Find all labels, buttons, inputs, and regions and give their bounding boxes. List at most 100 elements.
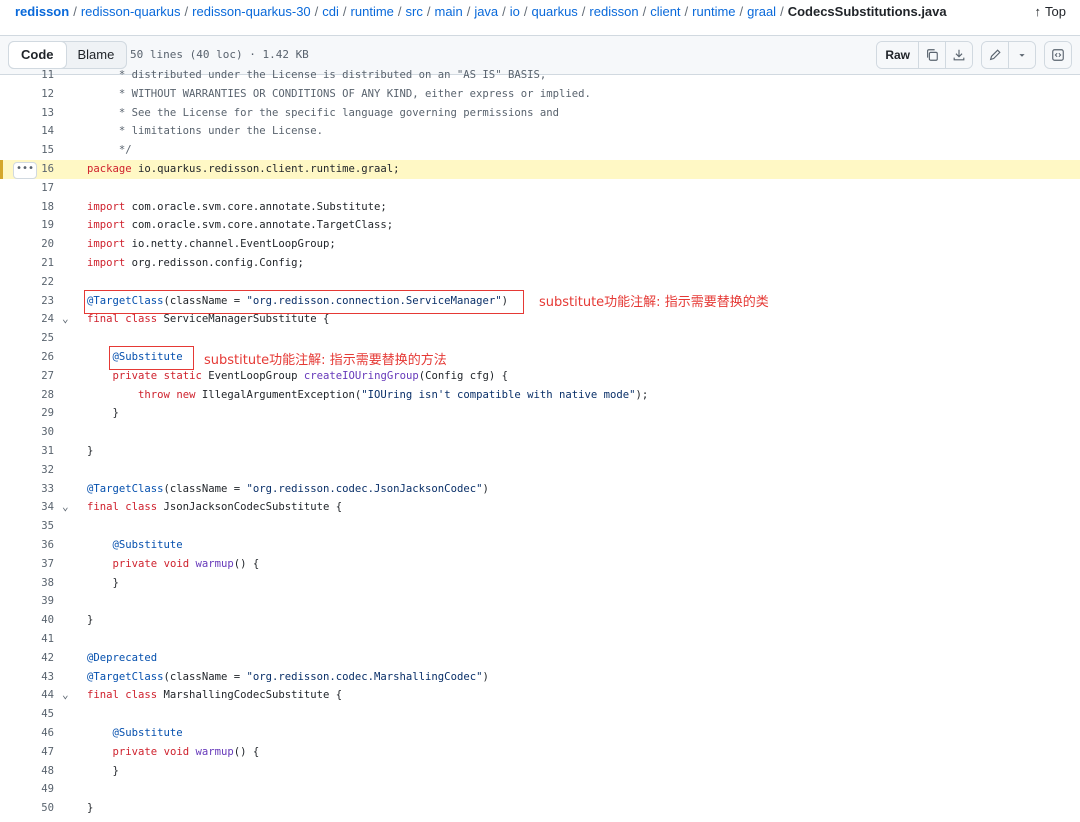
code-text: private void warmup() { xyxy=(112,745,260,758)
code-text: } xyxy=(87,445,94,457)
breadcrumb-link[interactable]: redisson-quarkus-30 xyxy=(192,4,311,19)
code-text: package io.quarkus.redisson.client.runti… xyxy=(87,163,400,175)
breadcrumb-link[interactable]: main xyxy=(435,4,463,19)
line-number[interactable]: 14 xyxy=(0,122,54,141)
line-number[interactable]: 33 xyxy=(0,480,54,499)
line-number[interactable]: 20 xyxy=(0,235,54,254)
method-annotation-highlight-box xyxy=(109,346,194,370)
breadcrumb-link[interactable]: src xyxy=(406,4,423,19)
code-line: 11 * distributed under the License is di… xyxy=(0,66,1080,85)
line-number[interactable]: 21 xyxy=(0,254,54,273)
code-line: 46 @Substitute xyxy=(0,724,1080,743)
breadcrumb-link[interactable]: runtime xyxy=(692,4,735,19)
line-number[interactable]: 19 xyxy=(0,216,54,235)
tab-blame[interactable]: Blame xyxy=(66,42,127,68)
line-number[interactable]: 40 xyxy=(0,611,54,630)
edit-button[interactable] xyxy=(982,42,1008,68)
line-number[interactable]: 38 xyxy=(0,574,54,593)
tab-code[interactable]: Code xyxy=(8,41,67,69)
line-number[interactable]: 42 xyxy=(0,649,54,668)
line-number[interactable]: 12 xyxy=(0,85,54,104)
breadcrumb-link[interactable]: io xyxy=(510,4,520,19)
breadcrumb-separator: / xyxy=(342,4,347,19)
pencil-icon xyxy=(989,49,1001,61)
breadcrumb-link[interactable]: runtime xyxy=(351,4,394,19)
line-number[interactable]: 26 xyxy=(0,348,54,367)
copy-icon xyxy=(927,49,938,61)
line-number[interactable]: 39 xyxy=(0,592,54,611)
code-line: ••• 16 package io.quarkus.redisson.client.… xyxy=(0,160,1080,179)
arrow-up-icon: ↑ xyxy=(1034,4,1042,19)
code-line: 29 } xyxy=(0,404,1080,423)
code-line: 36 @Substitute xyxy=(0,536,1080,555)
breadcrumb-link[interactable]: client xyxy=(650,4,680,19)
code-text: @TargetClass(className = "org.redisson.c… xyxy=(87,482,489,495)
line-number[interactable]: 41 xyxy=(0,630,54,649)
chevron-down-icon[interactable]: ⌄ xyxy=(62,498,69,517)
edit-dropdown-button[interactable] xyxy=(1008,42,1035,68)
line-number[interactable]: 35 xyxy=(0,517,54,536)
triangle-down-icon xyxy=(1019,54,1025,57)
breadcrumb-link[interactable]: quarkus xyxy=(532,4,578,19)
breadcrumb-link[interactable]: graal xyxy=(747,4,776,19)
line-number[interactable]: 24 xyxy=(0,310,54,329)
line-number[interactable]: 25 xyxy=(0,329,54,348)
chevron-down-icon[interactable]: ⌄ xyxy=(62,310,69,329)
line-number[interactable]: 48 xyxy=(0,762,54,781)
line-number[interactable]: 46 xyxy=(0,724,54,743)
line-number[interactable]: 23 xyxy=(0,292,54,311)
line-number[interactable]: 29 xyxy=(0,404,54,423)
download-button[interactable] xyxy=(945,42,972,68)
file-toolbar: Raw xyxy=(868,41,1072,69)
code-text: @Deprecated xyxy=(87,651,158,664)
line-number[interactable]: 37 xyxy=(0,555,54,574)
line-number[interactable]: 18 xyxy=(0,198,54,217)
line-number[interactable]: 30 xyxy=(0,423,54,442)
code-line: 35 xyxy=(0,517,1080,536)
breadcrumb-link[interactable]: cdi xyxy=(322,4,339,19)
edit-button-group xyxy=(981,41,1036,69)
line-number[interactable]: 15 xyxy=(0,141,54,160)
line-number[interactable]: 47 xyxy=(0,743,54,762)
line-number[interactable]: 43 xyxy=(0,668,54,687)
line-number[interactable]: 44 xyxy=(0,686,54,705)
chevron-down-icon[interactable]: ⌄ xyxy=(62,686,69,705)
line-number[interactable]: 36 xyxy=(0,536,54,555)
line-number[interactable]: 11 xyxy=(0,66,54,85)
line-number[interactable]: 17 xyxy=(0,179,54,198)
breadcrumb-separator: / xyxy=(502,4,506,19)
copy-raw-button[interactable] xyxy=(918,42,945,68)
code-line: 22 xyxy=(0,273,1080,292)
line-number[interactable]: 49 xyxy=(0,780,54,799)
code-text: final class MarshallingCodecSubstitute { xyxy=(87,689,343,702)
code-square-icon xyxy=(1052,49,1064,61)
code-text: @Substitute xyxy=(112,727,183,739)
code-text: @TargetClass(className = "org.redisson.c… xyxy=(87,670,489,683)
line-number[interactable]: 27 xyxy=(0,367,54,386)
line-number[interactable]: 50 xyxy=(0,799,54,818)
line-number[interactable]: 45 xyxy=(0,705,54,724)
raw-button-group: Raw xyxy=(876,41,973,69)
line-number[interactable]: 22 xyxy=(0,273,54,292)
line-number[interactable]: 34 xyxy=(0,498,54,517)
line-number[interactable]: 16 xyxy=(0,160,54,179)
breadcrumb-link[interactable]: redisson xyxy=(589,4,638,19)
code-line: 18 import com.oracle.svm.core.annotate.Su… xyxy=(0,198,1080,217)
raw-button[interactable]: Raw xyxy=(877,42,918,68)
breadcrumb-separator: / xyxy=(684,4,689,19)
code-text: */ xyxy=(87,144,132,157)
class-annotation-highlight-box xyxy=(84,290,524,314)
line-number[interactable]: 32 xyxy=(0,461,54,480)
breadcrumb-separator: / xyxy=(739,4,744,19)
line-number[interactable]: 31 xyxy=(0,442,54,461)
breadcrumb-link[interactable]: java xyxy=(474,4,498,19)
line-number[interactable]: 28 xyxy=(0,386,54,405)
breadcrumb-separator: / xyxy=(314,4,319,19)
top-link[interactable]: ↑ Top xyxy=(1035,0,1066,24)
breadcrumb-link[interactable]: redisson-quarkus xyxy=(81,4,181,19)
breadcrumb-link-root[interactable]: redisson xyxy=(15,4,69,19)
code-line: 28 throw new IllegalArgumentException("I… xyxy=(0,386,1080,405)
symbols-panel-button[interactable] xyxy=(1045,42,1071,68)
line-number[interactable]: 13 xyxy=(0,104,54,123)
breadcrumb-current-file: CodecsSubstitutions.java xyxy=(787,4,947,19)
